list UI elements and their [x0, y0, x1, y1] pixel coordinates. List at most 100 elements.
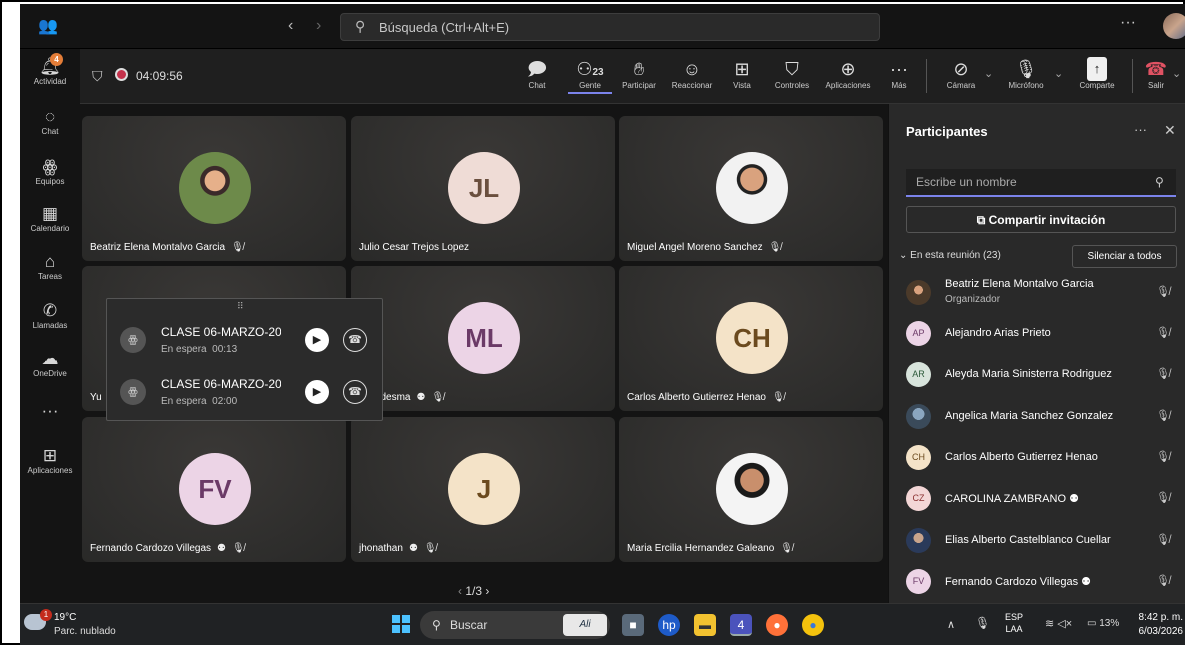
rail-item-activity[interactable]: 🔔︎ 4 Actividad — [20, 53, 80, 86]
react-label: Reaccionar — [671, 81, 713, 90]
participant-photo — [716, 152, 788, 224]
teams-taskbar-badge: 4 — [737, 618, 745, 632]
weather-badge: 1 — [40, 609, 52, 621]
people-button[interactable]: ⚇23 Gente — [568, 57, 612, 94]
calls-on-hold-popup: ⠿ ꙮ CLASE 06-MARZO-2026 En espera 00:13 … — [106, 298, 383, 421]
share-label: Comparte — [1079, 81, 1115, 90]
participant-name: Alejandro Arias Prieto — [945, 327, 1051, 339]
wifi-volume-icon[interactable]: ≋ ◁× — [1045, 617, 1072, 630]
back-arrow-icon[interactable]: ‹ — [288, 17, 293, 35]
drag-handle-icon[interactable]: ⠿ — [237, 301, 244, 312]
camera-button[interactable]: ⊘ Cámara — [942, 57, 980, 90]
participant-tile[interactable]: ML nael ledesma⚉🎙︎̸ — [351, 266, 615, 411]
mic-button[interactable]: 🎙︎ Micrófono — [1002, 57, 1050, 90]
held-call[interactable]: ꙮ CLASE 06-MARZO-2026 En espera 02:00 ▶ … — [107, 365, 384, 417]
tasks-icon: ⌂ — [44, 252, 56, 271]
rail-item-chat[interactable]: ◌ Chat — [20, 107, 80, 136]
guest-icon: ⚉ — [1069, 493, 1079, 505]
calendar-icon: ▦ — [41, 204, 59, 223]
participant-row[interactable]: CH Carlos Alberto Gutierrez Henao 🎙︎̸ — [889, 437, 1185, 478]
resume-call-button[interactable]: ▶ — [305, 328, 329, 352]
rail-item-more[interactable]: ··· — [20, 401, 80, 421]
mic-icon[interactable]: 🎙︎ — [975, 616, 990, 630]
show-hidden-icons-icon[interactable]: ∧ — [947, 618, 955, 631]
close-icon[interactable]: ✕ — [1164, 122, 1176, 139]
participant-row[interactable]: AR Aleyda Maria Sinisterra Rodriguez 🎙︎̸ — [889, 354, 1185, 395]
teams-taskbar-icon[interactable]: 4 — [730, 614, 752, 636]
chat-button[interactable]: 🗩︎ Chat — [520, 57, 554, 90]
mic-options-chevron-icon[interactable]: ⌄ — [1054, 67, 1063, 80]
view-button[interactable]: ⊞ Vista — [728, 57, 756, 90]
participant-tile[interactable]: CH Carlos Alberto Gutierrez Henao 🎙︎̸ — [619, 266, 883, 411]
next-page-icon[interactable]: › — [485, 584, 489, 598]
search-icon: ⚲ — [355, 18, 366, 34]
mute-all-button[interactable]: Silenciar a todos — [1072, 245, 1177, 268]
participant-tile[interactable]: Maria Ercilia Hernandez Galeano 🎙︎̸ — [619, 417, 883, 562]
end-call-button[interactable]: ☎ — [343, 380, 367, 404]
in-meeting-toggle[interactable]: ⌄ En esta reunión (23) — [899, 250, 1001, 261]
battery-indicator[interactable]: ▭ 13% — [1087, 618, 1119, 629]
raise-hand-button[interactable]: ✋︎ Participar — [618, 57, 660, 90]
desktop-app-icon[interactable]: ■ — [622, 614, 644, 636]
forward-arrow-icon[interactable]: › — [316, 17, 321, 35]
share-button[interactable]: ↑ Comparte — [1074, 57, 1120, 90]
share-invite-button[interactable]: ⧉ Compartir invitación — [906, 206, 1176, 233]
rail-item-calendar[interactable]: ▦ Calendario — [20, 204, 80, 233]
participant-row[interactable]: FV Fernando Cardozo Villegas ⚉ 🎙︎̸ — [889, 561, 1185, 602]
rail-item-teams[interactable]: ꙮ Equipos — [20, 157, 80, 186]
participant-row[interactable]: AP Alejandro Arias Prieto 🎙︎̸ — [889, 313, 1185, 354]
more-options-icon[interactable]: ··· — [1120, 14, 1136, 32]
user-avatar[interactable] — [1163, 13, 1185, 39]
panel-title: Participantes — [906, 124, 988, 139]
participant-avatar: AR — [906, 362, 931, 387]
participant-row[interactable]: Angelica Maria Sanchez Gonzalez 🎙︎̸ — [889, 396, 1185, 437]
leave-options-chevron-icon[interactable]: ⌄ — [1172, 67, 1181, 80]
participant-row[interactable]: CZ CAROLINA ZAMBRANO ⚉ 🎙︎̸ — [889, 478, 1185, 519]
leave-label: Salir — [1147, 81, 1164, 90]
camera-options-chevron-icon[interactable]: ⌄ — [984, 67, 993, 80]
controls-label: Controles — [774, 81, 810, 90]
participant-row[interactable]: Beatriz Elena Montalvo Garcia Organizado… — [889, 272, 1185, 313]
participant-name: Carlos Alberto Gutierrez Henao — [945, 451, 1098, 463]
participant-avatar: CZ — [906, 486, 931, 511]
page-indicator: 1/3 — [465, 584, 483, 598]
participant-tile[interactable]: FV Fernando Cardozo Villegas ⚉ 🎙︎̸ — [82, 417, 346, 562]
participant-name: Aleyda Maria Sinisterra Rodriguez — [945, 368, 1112, 380]
rail-item-calls[interactable]: ✆ Llamadas — [20, 301, 80, 330]
chrome-icon[interactable]: ● — [802, 614, 824, 636]
leave-button[interactable]: ☎ Salir — [1144, 57, 1168, 90]
more-options-icon[interactable]: ··· — [1134, 122, 1147, 137]
rail-item-label: Actividad — [33, 77, 67, 86]
apps-button[interactable]: ⊕ Aplicaciones — [820, 57, 876, 90]
controls-button[interactable]: ⛉ Controles — [770, 57, 814, 90]
rail-item-apps[interactable]: ⊞ Aplicaciones — [20, 446, 80, 475]
more-button[interactable]: ··· Más — [888, 57, 910, 90]
language-indicator[interactable]: ESP LAA — [1005, 611, 1023, 635]
tile-name: Fernando Cardozo Villegas ⚉ 🎙︎̸ — [90, 543, 245, 554]
react-button[interactable]: ☺ Reaccionar — [666, 57, 718, 90]
windows-start-icon[interactable] — [392, 615, 410, 633]
mic-off-icon: 🎙︎̸ — [1156, 534, 1170, 546]
participant-tile[interactable]: J jhonathan ⚉ 🎙︎̸ — [351, 417, 615, 562]
file-explorer-icon[interactable]: ▬ — [694, 614, 716, 636]
app-banner-icon[interactable]: Ali — [563, 614, 607, 636]
resume-call-button[interactable]: ▶ — [305, 380, 329, 404]
participant-tile[interactable]: Miguel Angel Moreno Sanchez 🎙︎̸ — [619, 116, 883, 261]
end-call-button[interactable]: ☎ — [343, 328, 367, 352]
participant-row[interactable]: Elias Alberto Castelblanco Cuellar 🎙︎̸ — [889, 520, 1185, 561]
held-call[interactable]: ꙮ CLASE 06-MARZO-2026 En espera 00:13 ▶ … — [107, 313, 384, 365]
rail-item-onedrive[interactable]: ☁ OneDrive — [20, 349, 80, 378]
participant-tile[interactable]: JL Julio Cesar Trejos Lopez — [351, 116, 615, 261]
firefox-icon[interactable]: ● — [766, 614, 788, 636]
hp-icon[interactable]: hp — [658, 614, 680, 636]
rail-item-tasks[interactable]: ⌂ Tareas — [20, 252, 80, 281]
smile-icon: ☺ — [682, 59, 702, 79]
participant-search-input[interactable] — [906, 169, 1176, 197]
prev-page-icon[interactable]: ‹ — [458, 584, 462, 598]
clock[interactable]: 8:42 p. m. 6/03/2026 — [1133, 611, 1184, 639]
global-search-input[interactable]: ⚲ Búsqueda (Ctrl+Alt+E) — [340, 13, 880, 41]
participant-tile[interactable]: Beatriz Elena Montalvo Garcia 🎙︎̸ — [82, 116, 346, 261]
group-icon: ꙮ — [120, 379, 146, 405]
guest-icon: ⚉ — [217, 543, 226, 554]
participant-name: Angelica Maria Sanchez Gonzalez — [945, 410, 1114, 422]
